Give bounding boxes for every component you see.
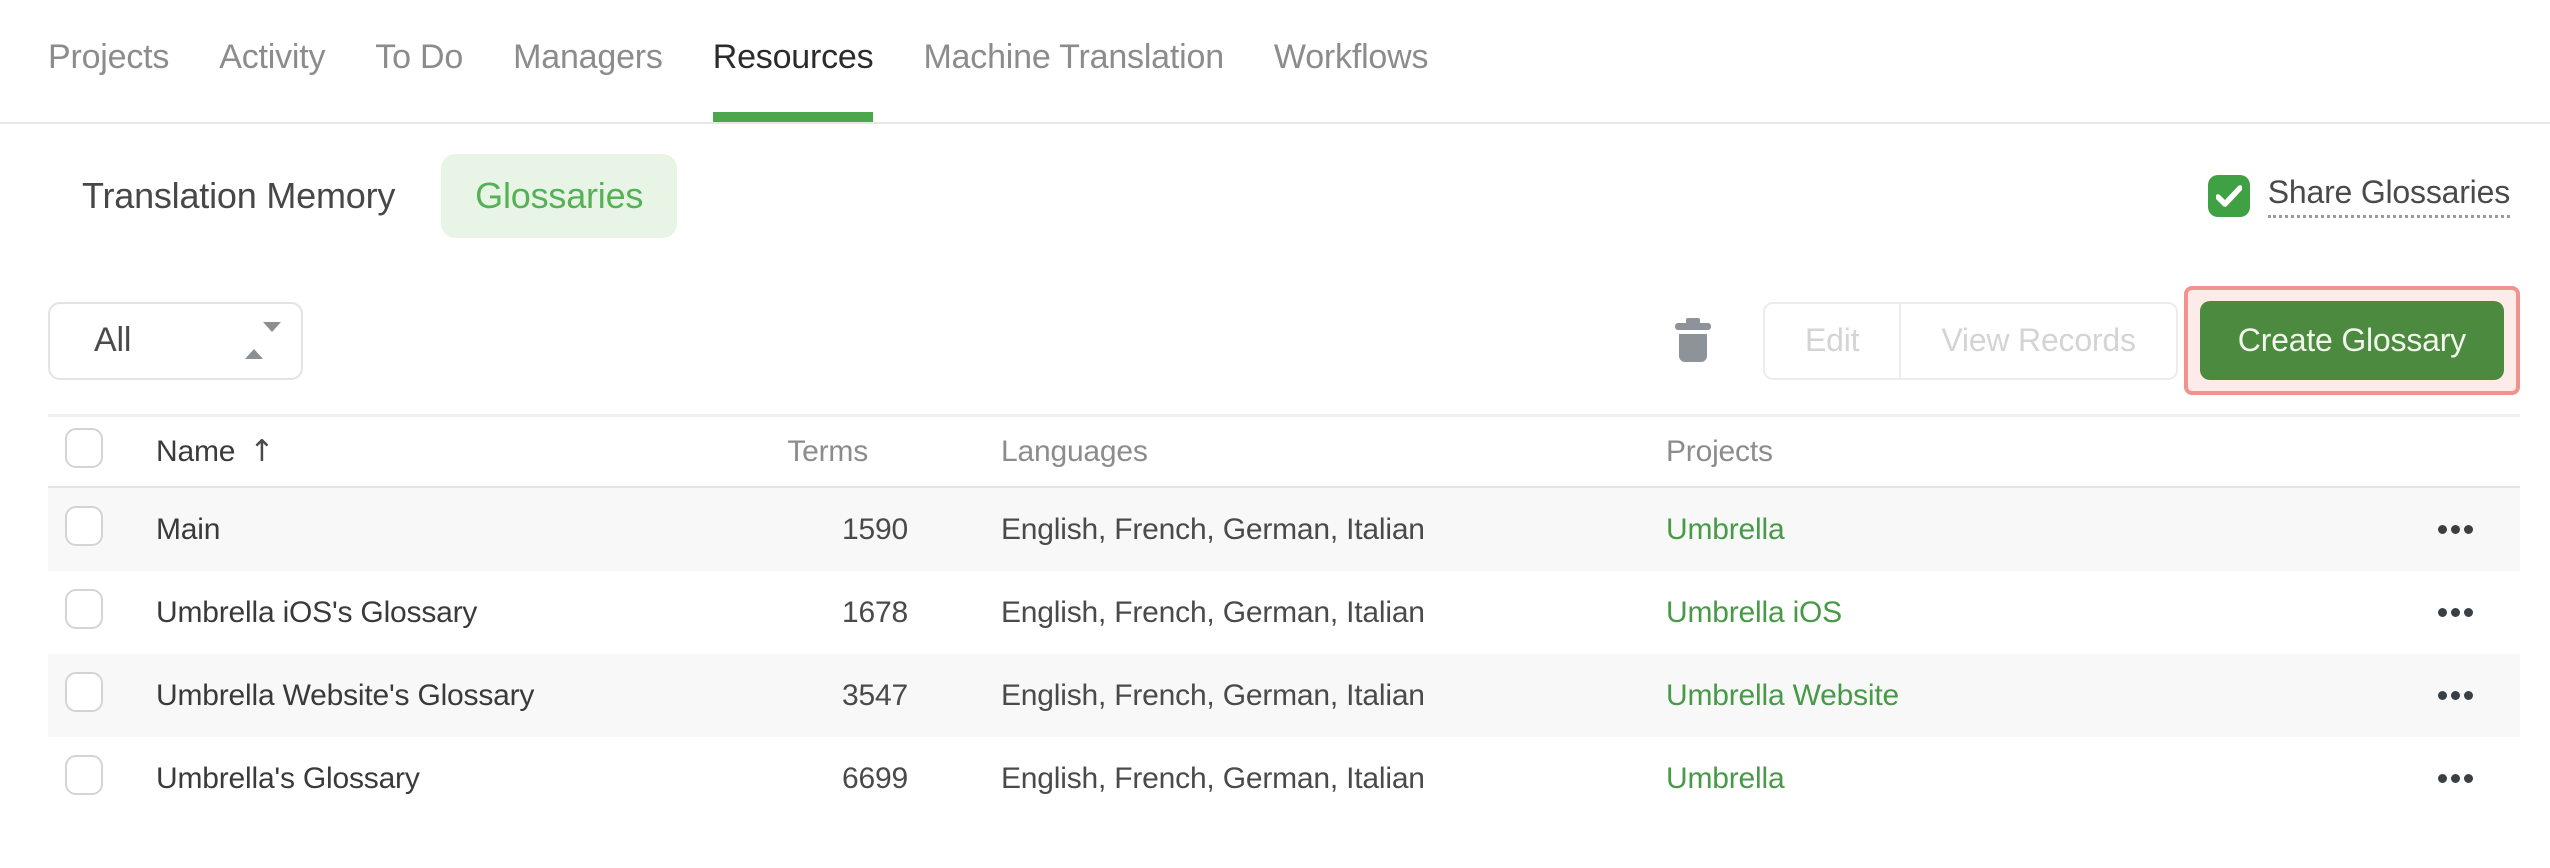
glossary-name: Umbrella's Glossary	[156, 761, 420, 795]
row-checkbox[interactable]	[65, 671, 103, 712]
filter-selected-value: All	[94, 321, 132, 359]
glossaries-table: Name ↑ Terms Languages Projects Main 159…	[48, 414, 2520, 820]
view-records-button[interactable]: View Records	[1899, 303, 2176, 378]
tab-translation-memory[interactable]: Translation Memory	[48, 154, 429, 238]
select-spinner-icon	[245, 321, 281, 359]
main-nav: Projects Activity To Do Managers Resourc…	[0, 0, 2550, 124]
table-row: Main 1590 English, French, German, Itali…	[48, 488, 2520, 571]
column-header-projects: Projects	[1666, 434, 1773, 468]
ellipsis-icon	[2437, 774, 2473, 783]
project-link[interactable]: Umbrella	[1666, 513, 1785, 546]
sort-ascending-icon: ↑	[249, 434, 275, 469]
tab-resources[interactable]: Resources	[712, 34, 874, 122]
create-glossary-button[interactable]: Create Glossary	[2199, 301, 2504, 380]
tab-glossaries[interactable]: Glossaries	[441, 154, 678, 238]
glossary-languages: English, French, German, Italian	[1001, 678, 1425, 712]
checkmark-icon	[2215, 185, 2242, 207]
column-header-name[interactable]: Name ↑	[156, 434, 750, 469]
glossary-terms-count: 1678	[842, 595, 908, 629]
edit-button[interactable]: Edit	[1765, 303, 1900, 378]
resources-subnav: Translation Memory Glossaries Share Glos…	[48, 154, 2510, 238]
ellipsis-icon	[2437, 608, 2473, 617]
glossary-terms-count: 1590	[842, 512, 908, 546]
delete-glossary-button[interactable]	[1671, 317, 1715, 365]
glossary-terms-count: 6699	[842, 761, 908, 795]
row-actions-menu-button[interactable]	[2431, 760, 2480, 797]
glossary-name: Main	[156, 512, 221, 546]
trash-icon	[1675, 317, 1712, 362]
glossary-languages: English, French, German, Italian	[1001, 761, 1425, 795]
column-header-languages: Languages	[1001, 434, 1148, 468]
glossary-name: Umbrella iOS's Glossary	[156, 595, 478, 629]
table-header-row: Name ↑ Terms Languages Projects	[48, 417, 2520, 488]
tab-machine-translation[interactable]: Machine Translation	[923, 34, 1224, 122]
table-row: Umbrella iOS's Glossary 1678 English, Fr…	[48, 571, 2520, 654]
tab-projects[interactable]: Projects	[48, 34, 169, 122]
row-actions-menu-button[interactable]	[2431, 511, 2480, 548]
selection-actions-group: Edit View Records	[1763, 301, 2178, 380]
create-glossary-highlight-annotation: Create Glossary	[2183, 286, 2520, 395]
table-row: Umbrella's Glossary 6699 English, French…	[48, 737, 2520, 820]
tab-activity[interactable]: Activity	[219, 34, 325, 122]
tab-managers[interactable]: Managers	[513, 34, 663, 122]
project-link[interactable]: Umbrella iOS	[1666, 596, 1842, 629]
toolbar-actions: Edit View Records Create Glossary	[1671, 286, 2520, 395]
ellipsis-icon	[2437, 525, 2473, 534]
select-all-checkbox[interactable]	[65, 427, 103, 468]
row-actions-menu-button[interactable]	[2431, 677, 2480, 714]
table-row: Umbrella Website's Glossary 3547 English…	[48, 654, 2520, 737]
row-actions-menu-button[interactable]	[2431, 594, 2480, 631]
glossary-terms-count: 3547	[842, 678, 908, 712]
share-glossaries-toggle[interactable]: Share Glossaries	[2207, 174, 2510, 218]
ellipsis-icon	[2437, 691, 2473, 700]
glossary-filter-select[interactable]: All	[48, 301, 303, 380]
tab-to-do[interactable]: To Do	[375, 34, 463, 122]
tab-workflows[interactable]: Workflows	[1274, 34, 1429, 122]
row-checkbox[interactable]	[65, 588, 103, 629]
glossary-name: Umbrella Website's Glossary	[156, 678, 535, 712]
column-header-terms: Terms	[787, 434, 868, 468]
glossary-languages: English, French, German, Italian	[1001, 595, 1425, 629]
glossary-languages: English, French, German, Italian	[1001, 512, 1425, 546]
project-link[interactable]: Umbrella	[1666, 762, 1785, 795]
project-link[interactable]: Umbrella Website	[1666, 679, 1899, 712]
share-glossaries-checkbox[interactable]	[2207, 175, 2250, 217]
row-checkbox[interactable]	[65, 754, 103, 795]
share-glossaries-label[interactable]: Share Glossaries	[2267, 174, 2510, 218]
row-checkbox[interactable]	[65, 505, 103, 546]
glossaries-toolbar: All Edit View Records Create Glossary	[48, 286, 2520, 395]
